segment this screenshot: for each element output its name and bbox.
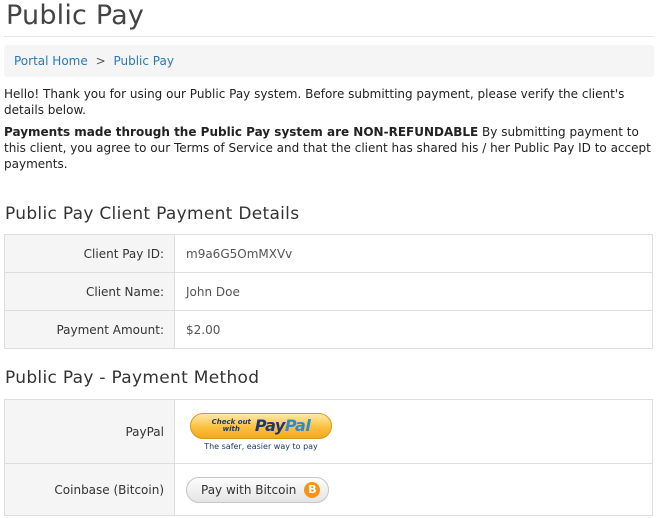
pay-with-bitcoin-button[interactable]: Pay with Bitcoin B: [186, 476, 330, 503]
breadcrumb-separator: >: [95, 54, 106, 68]
title-divider: [4, 36, 654, 37]
payment-method-table: PayPal Check out with PayPal The safer, …: [4, 399, 653, 516]
client-name-value: John Doe: [186, 284, 240, 299]
breadcrumb: Portal Home > Public Pay: [4, 45, 654, 77]
payment-amount-label: Payment Amount:: [5, 311, 175, 348]
paypal-logo-pal: Pal: [284, 416, 311, 435]
payment-details-table: Client Pay ID: m9a6G5OmMXVv Client Name:…: [4, 234, 653, 349]
bitcoin-icon: B: [304, 481, 321, 498]
table-row: Coinbase (Bitcoin) Pay with Bitcoin B: [5, 463, 652, 515]
paypal-logo: PayPal: [254, 416, 311, 435]
page-title: Public Pay: [6, 0, 145, 31]
payment-method-section-title: Public Pay - Payment Method: [5, 368, 260, 388]
paypal-button-body[interactable]: Check out with PayPal: [190, 412, 332, 439]
client-pay-id-value: m9a6G5OmMXVv: [186, 246, 293, 261]
client-name-label: Client Name:: [5, 273, 175, 310]
paypal-tagline: The safer, easier way to pay: [204, 441, 318, 451]
paypal-label: PayPal: [5, 400, 175, 463]
client-pay-id-label: Client Pay ID:: [5, 235, 175, 272]
intro-text: Hello! Thank you for using our Public Pa…: [4, 87, 625, 117]
table-row: PayPal Check out with PayPal The safer, …: [5, 400, 652, 463]
refund-notice: Payments made through the Public Pay sys…: [4, 124, 654, 172]
coinbase-label: Coinbase (Bitcoin): [5, 464, 175, 515]
refund-notice-bold: Payments made through the Public Pay sys…: [4, 125, 479, 139]
paypal-checkout-button[interactable]: Check out with PayPal The safer, easier …: [190, 412, 332, 451]
breadcrumb-home-link[interactable]: Portal Home: [14, 54, 88, 68]
details-section-title: Public Pay Client Payment Details: [5, 204, 300, 224]
pay-with-bitcoin-label: Pay with Bitcoin: [201, 482, 297, 497]
table-row: Payment Amount: $2.00: [5, 310, 652, 348]
table-row: Client Pay ID: m9a6G5OmMXVv: [5, 235, 652, 272]
breadcrumb-current-link[interactable]: Public Pay: [113, 54, 173, 68]
paypal-cell: Check out with PayPal The safer, easier …: [175, 400, 652, 463]
paypal-checkout-text: Check out with: [212, 418, 251, 433]
payment-amount-value: $2.00: [186, 322, 221, 337]
coinbase-cell: Pay with Bitcoin B: [175, 464, 652, 515]
table-row: Client Name: John Doe: [5, 272, 652, 310]
paypal-logo-pay: Pay: [254, 416, 285, 435]
paypal-checkout-line2: with: [222, 424, 240, 433]
